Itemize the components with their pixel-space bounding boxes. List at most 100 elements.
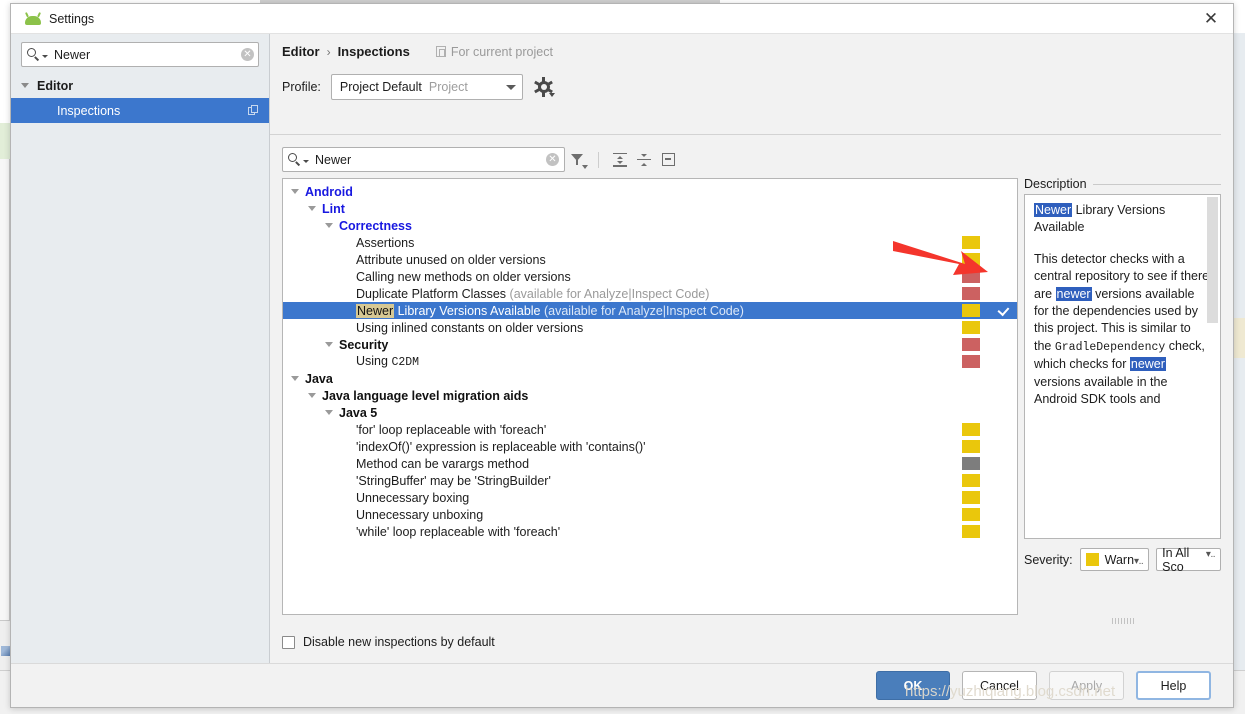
- inspection-enabled-checkbox[interactable]: [996, 185, 1010, 199]
- inspection-search-input[interactable]: [313, 151, 546, 168]
- search-icon: [27, 48, 40, 61]
- severity-swatch[interactable]: [962, 525, 980, 538]
- inspection-enabled-checkbox[interactable]: [996, 202, 1010, 216]
- tree-row-label: 'indexOf()' expression is replaceable wi…: [356, 440, 646, 454]
- inspection-enabled-checkbox[interactable]: [996, 219, 1010, 233]
- resize-grip[interactable]: [1111, 618, 1134, 624]
- severity-swatch[interactable]: [962, 270, 980, 283]
- chevron-down-icon[interactable]: [325, 223, 333, 228]
- description-scrollbar[interactable]: [1207, 196, 1219, 537]
- tree-row[interactable]: Java language level migration aids: [283, 387, 1017, 404]
- sidebar-search-box[interactable]: ✕: [21, 42, 259, 67]
- clear-icon[interactable]: ✕: [546, 153, 559, 166]
- inspection-enabled-checkbox[interactable]: [996, 423, 1010, 437]
- tree-row[interactable]: Correctness: [283, 217, 1017, 234]
- tree-row[interactable]: Method can be varargs method: [283, 455, 1017, 472]
- chevron-down-icon[interactable]: [325, 342, 333, 347]
- search-history-caret-icon[interactable]: [303, 160, 309, 163]
- inspection-enabled-checkbox[interactable]: [996, 525, 1010, 539]
- copy-icon[interactable]: [248, 105, 259, 116]
- chevron-down-icon[interactable]: [308, 206, 316, 211]
- tree-row[interactable]: Unnecessary boxing: [283, 489, 1017, 506]
- severity-swatch[interactable]: [962, 423, 980, 436]
- inspection-enabled-checkbox[interactable]: [996, 372, 1010, 386]
- chevron-down-icon: [21, 83, 29, 88]
- inspection-enabled-checkbox[interactable]: [996, 474, 1010, 488]
- search-history-caret-icon[interactable]: [42, 55, 48, 58]
- chevron-down-icon[interactable]: [308, 393, 316, 398]
- tree-row[interactable]: Using C2DM: [283, 353, 1017, 370]
- tree-row[interactable]: Newer Library Versions Available (availa…: [283, 302, 1017, 319]
- severity-swatch[interactable]: [962, 287, 980, 300]
- severity-swatch[interactable]: [962, 457, 980, 470]
- scope-select[interactable]: In All Sco ▾..: [1156, 546, 1221, 574]
- severity-swatch[interactable]: [962, 236, 980, 249]
- gear-icon[interactable]: [534, 77, 555, 97]
- show-only-enabled-icon[interactable]: [656, 149, 680, 171]
- tree-row[interactable]: Java 5: [283, 404, 1017, 421]
- tree-row[interactable]: 'StringBuffer' may be 'StringBuilder': [283, 472, 1017, 489]
- inspection-enabled-checkbox[interactable]: [996, 491, 1010, 505]
- inspection-enabled-checkbox[interactable]: [996, 338, 1010, 352]
- severity-swatch[interactable]: [962, 440, 980, 453]
- tree-row[interactable]: Android: [283, 183, 1017, 200]
- severity-swatch[interactable]: [962, 355, 980, 368]
- profile-select[interactable]: Project Default Project: [330, 74, 523, 100]
- inspection-enabled-checkbox[interactable]: [996, 406, 1010, 420]
- sidebar-item-inspections[interactable]: Inspections: [11, 98, 269, 123]
- sidebar-search-input[interactable]: [52, 46, 241, 63]
- inspection-search-box[interactable]: ✕: [282, 147, 565, 172]
- tree-row[interactable]: 'indexOf()' expression is replaceable wi…: [283, 438, 1017, 455]
- inspection-enabled-checkbox[interactable]: [996, 321, 1010, 335]
- expand-all-icon[interactable]: [608, 149, 632, 171]
- tree-row[interactable]: Security: [283, 336, 1017, 353]
- severity-swatch[interactable]: [962, 508, 980, 521]
- tree-row[interactable]: Lint: [283, 200, 1017, 217]
- inspection-enabled-checkbox[interactable]: [996, 236, 1010, 250]
- clear-icon[interactable]: ✕: [241, 48, 254, 61]
- inspection-enabled-checkbox[interactable]: [996, 287, 1010, 301]
- settings-sidebar: ✕ Editor Inspections: [11, 34, 270, 663]
- inspection-enabled-checkbox[interactable]: [996, 270, 1010, 284]
- chevron-down-icon[interactable]: [325, 410, 333, 415]
- tree-row[interactable]: Duplicate Platform Classes (available fo…: [283, 285, 1017, 302]
- severity-swatch[interactable]: [962, 321, 980, 334]
- severity-swatch[interactable]: [962, 491, 980, 504]
- severity-swatch: [1085, 553, 1099, 566]
- tree-row[interactable]: 'while' loop replaceable with 'foreach': [283, 523, 1017, 540]
- collapse-all-icon[interactable]: [632, 149, 656, 171]
- inspection-enabled-checkbox[interactable]: [996, 355, 1010, 369]
- severity-select[interactable]: Warn ▾..: [1079, 548, 1150, 571]
- inspection-enabled-checkbox[interactable]: [996, 304, 1010, 318]
- help-button[interactable]: Help: [1136, 671, 1211, 700]
- tree-row[interactable]: Java: [283, 370, 1017, 387]
- severity-swatch[interactable]: [962, 304, 980, 317]
- tree-row[interactable]: Using inlined constants on older version…: [283, 319, 1017, 336]
- tree-row[interactable]: Attribute unused on older versions: [283, 251, 1017, 268]
- breadcrumb-parent[interactable]: Editor: [282, 44, 320, 59]
- inspection-enabled-checkbox[interactable]: [996, 457, 1010, 471]
- tree-row[interactable]: Unnecessary unboxing: [283, 506, 1017, 523]
- description-body[interactable]: Newer Library Versions Available This de…: [1024, 194, 1221, 539]
- tree-row[interactable]: 'for' loop replaceable with 'foreach': [283, 421, 1017, 438]
- sidebar-group-editor[interactable]: Editor: [11, 73, 269, 98]
- description-highlight-1: newer: [1055, 286, 1092, 301]
- disable-new-inspections-checkbox[interactable]: Disable new inspections by default: [282, 635, 495, 649]
- severity-swatch[interactable]: [962, 338, 980, 351]
- filter-funnel-icon[interactable]: [565, 149, 589, 171]
- tree-row[interactable]: Assertions: [283, 234, 1017, 251]
- severity-swatch[interactable]: [962, 253, 980, 266]
- chevron-down-icon[interactable]: [291, 189, 299, 194]
- tree-row[interactable]: Calling new methods on older versions: [283, 268, 1017, 285]
- inspection-enabled-checkbox[interactable]: [996, 440, 1010, 454]
- breadcrumb-separator: ›: [326, 44, 331, 59]
- inspection-enabled-checkbox[interactable]: [996, 389, 1010, 403]
- inspection-tree[interactable]: Android Lint Correctness Assertions Attribut…: [282, 178, 1018, 615]
- description-scrollbar-thumb[interactable]: [1207, 197, 1218, 323]
- tree-row-label-text: Using: [356, 354, 392, 368]
- chevron-down-icon[interactable]: [291, 376, 299, 381]
- close-icon[interactable]: ✕: [1189, 4, 1233, 34]
- inspection-enabled-checkbox[interactable]: [996, 508, 1010, 522]
- inspection-enabled-checkbox[interactable]: [996, 253, 1010, 267]
- severity-swatch[interactable]: [962, 474, 980, 487]
